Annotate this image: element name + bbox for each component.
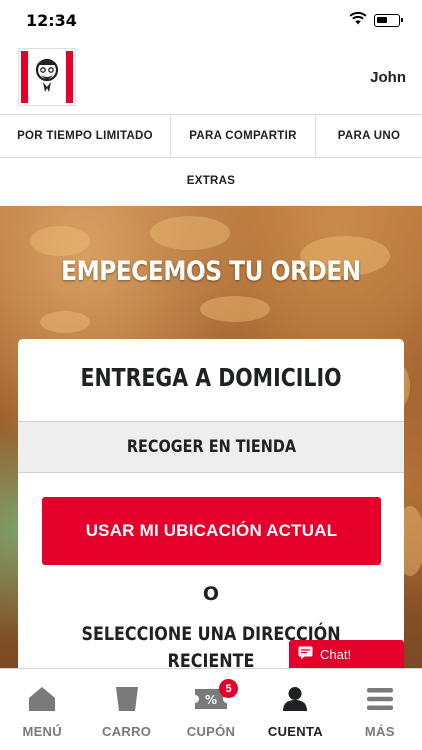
nav-coupon[interactable]: % 5 CUPÓN (169, 669, 253, 750)
status-time: 12:34 (26, 10, 77, 30)
nav-more[interactable]: MÁS (338, 669, 422, 750)
tab-para-compartir[interactable]: PARA COMPARTIR (171, 115, 316, 157)
menu-icon (366, 685, 394, 713)
nav-account[interactable]: CUENTA (253, 669, 337, 750)
or-separator: O (202, 583, 220, 605)
user-name[interactable]: John (370, 69, 406, 86)
status-bar: 12:34 (0, 0, 422, 40)
svg-text:%: % (205, 693, 217, 707)
nav-menu-label: MENÚ (22, 724, 62, 739)
nav-account-label: CUENTA (267, 724, 323, 739)
status-icons (349, 11, 403, 30)
battery-icon (374, 13, 403, 27)
bottom-nav: MENÚ CARRO % 5 CUPÓN CUENTA MÁS (0, 668, 422, 750)
nav-menu[interactable]: MENÚ (0, 669, 84, 750)
hero-section: EMPECEMOS TU ORDEN ENTREGA A DOMICILIO R… (0, 206, 422, 668)
app-header: John (0, 40, 422, 114)
user-icon (282, 685, 308, 713)
order-card: ENTREGA A DOMICILIO RECOGER EN TIENDA US… (18, 339, 404, 668)
nav-cart-label: CARRO (102, 724, 152, 739)
coupon-count-badge: 5 (219, 679, 239, 698)
chat-button[interactable]: Chat! (289, 640, 404, 669)
home-icon (28, 685, 56, 713)
nav-cart[interactable]: CARRO (84, 669, 168, 750)
delivery-option-title[interactable]: ENTREGA A DOMICILIO (53, 363, 370, 392)
hero-title: EMPECEMOS TU ORDEN (61, 256, 361, 287)
nav-more-label: MÁS (364, 724, 395, 739)
chat-label: Chat! (320, 647, 352, 662)
tab-por-tiempo-limitado[interactable]: POR TIEMPO LIMITADO (0, 115, 171, 157)
bucket-icon (115, 685, 139, 713)
nav-coupon-label: CUPÓN (186, 724, 236, 739)
wifi-icon (349, 11, 367, 30)
use-current-location-button[interactable]: USAR MI UBICACIÓN ACTUAL (42, 497, 381, 565)
tab-para-uno[interactable]: PARA UNO (316, 115, 422, 157)
tab-extras[interactable]: EXTRAS (187, 175, 235, 187)
pickup-option-tab[interactable]: RECOGER EN TIENDA (18, 421, 404, 473)
category-nav: POR TIEMPO LIMITADO PARA COMPARTIR PARA … (0, 114, 422, 204)
kfc-logo[interactable] (18, 48, 76, 106)
colonel-logo-icon (30, 51, 64, 103)
chat-bubble-icon (298, 646, 313, 663)
pickup-option-label: RECOGER EN TIENDA (126, 437, 296, 457)
